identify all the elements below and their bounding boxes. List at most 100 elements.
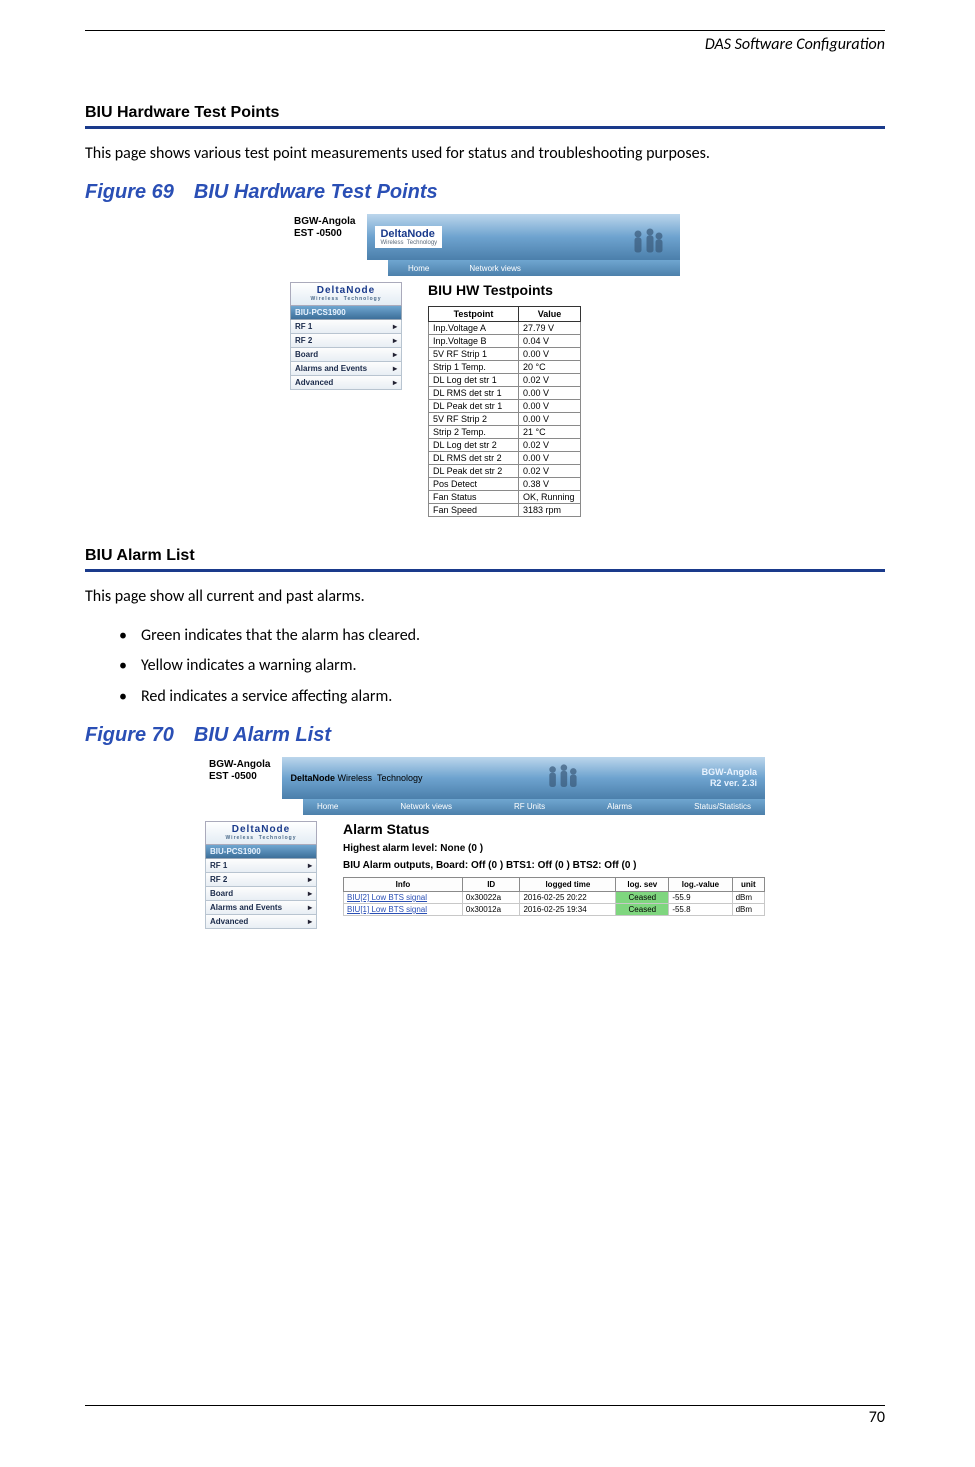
val-cell: 0.38 V	[519, 478, 581, 491]
tab-bar: Home Network views	[388, 260, 680, 276]
brand-tagline: Wireless Technology	[338, 773, 423, 783]
val-cell: 3183 rpm	[519, 504, 581, 517]
severity-cell: Ceased	[616, 903, 669, 915]
val-cell: 20 °C	[519, 361, 581, 374]
bgw-line2: EST -0500	[209, 771, 270, 783]
value-cell: -55.9	[669, 891, 732, 903]
bullet-red: Red indicates a service affecting alarm.	[141, 686, 885, 708]
sidebar-item-rf2[interactable]: RF 2▸	[205, 873, 317, 887]
tp-cell: DL RMS det str 1	[429, 387, 519, 400]
time-cell: 2016-02-25 20:22	[520, 891, 616, 903]
sidebar-item-advanced[interactable]: Advanced ▸	[290, 376, 402, 390]
tab-alarms[interactable]: Alarms	[607, 802, 632, 811]
tp-cell: Inp.Voltage A	[429, 322, 519, 335]
id-cell: 0x30022a	[462, 891, 520, 903]
th-value: Value	[519, 307, 581, 322]
val-cell: 0.02 V	[519, 439, 581, 452]
val-cell: 27.79 V	[519, 322, 581, 335]
header-rule	[85, 30, 885, 31]
tp-cell: 5V RF Strip 1	[429, 348, 519, 361]
sidebar-head[interactable]: BIU-PCS1900	[290, 306, 402, 320]
sidebar: DeltaNode Wireless Technology BIU-PCS190…	[205, 821, 317, 929]
info-cell[interactable]: BIU[1] Low BTS signal	[344, 903, 463, 915]
table-row: DL RMS det str 20.00 V	[429, 452, 581, 465]
table-row: DL Peak det str 20.02 V	[429, 465, 581, 478]
val-cell: 21 °C	[519, 426, 581, 439]
sidebar-item-rf2[interactable]: RF 2 ▸	[290, 334, 402, 348]
sidebar-head[interactable]: BIU-PCS1900	[205, 845, 317, 859]
tab-home[interactable]: Home	[317, 802, 338, 811]
bullet-green: Green indicates that the alarm has clear…	[141, 625, 885, 647]
sidebar-item-board[interactable]: Board▸	[205, 887, 317, 901]
table-row: Pos Detect0.38 V	[429, 478, 581, 491]
fig70-header-bar: BGW-Angola EST -0500 DeltaNode Wireless …	[205, 757, 765, 799]
banner-right-l2: R2 ver. 2.3i	[702, 778, 757, 789]
sidebar-item-label: RF 1	[210, 861, 227, 870]
bgw-label: BGW-Angola EST -0500	[290, 214, 359, 260]
val-cell: 0.02 V	[519, 374, 581, 387]
table-row: Strip 1 Temp.20 °C	[429, 361, 581, 374]
sidebar-item-advanced[interactable]: Advanced▸	[205, 915, 317, 929]
sidebar-item-alarms[interactable]: Alarms and Events▸	[205, 901, 317, 915]
table-row: DL Log det str 20.02 V	[429, 439, 581, 452]
banner: DeltaNode Wireless Technology	[367, 214, 680, 260]
brand-tagline: Wireless Technology	[380, 240, 437, 246]
banner-right-l1: BGW-Angola	[702, 767, 757, 778]
section2-text: This page show all current and past alar…	[85, 586, 885, 608]
figure-70: BGW-Angola EST -0500 DeltaNode Wireless …	[205, 757, 765, 929]
section-heading-biu-alarm: BIU Alarm List	[85, 547, 885, 572]
table-row: DL Peak det str 10.00 V	[429, 400, 581, 413]
th-info: Info	[344, 877, 463, 891]
th-time: logged time	[520, 877, 616, 891]
tab-home[interactable]: Home	[408, 264, 429, 273]
testpoints-block: BIU HW Testpoints Testpoint Value Inp.Vo…	[428, 282, 680, 517]
chevron-right-icon: ▸	[308, 861, 312, 870]
tp-cell: DL Peak det str 2	[429, 465, 519, 478]
sidebar-item-label: RF 2	[295, 336, 312, 345]
chevron-right-icon: ▸	[308, 875, 312, 884]
sidebar-item-board[interactable]: Board▸	[290, 348, 402, 362]
tp-cell: Strip 2 Temp.	[429, 426, 519, 439]
banner-right-label: BGW-Angola R2 ver. 2.3i	[702, 767, 757, 789]
sidebar-item-label: RF 1	[295, 322, 312, 331]
fig70-body: DeltaNode Wireless Technology BIU-PCS190…	[205, 821, 765, 929]
chevron-right-icon: ▸	[393, 336, 397, 345]
sidebar-item-rf1[interactable]: RF 1 ▸	[205, 859, 317, 873]
brand-logo: DeltaNode Wireless Technology	[290, 773, 422, 783]
tab-rf-units[interactable]: RF Units	[514, 802, 545, 811]
chevron-right-icon: ▸	[393, 322, 397, 331]
sidebar-item-label: Advanced	[295, 378, 333, 387]
val-cell: 0.00 V	[519, 387, 581, 400]
doc-header-title: DAS Software Configuration	[85, 35, 885, 54]
info-cell[interactable]: BIU[2] Low BTS signal	[344, 891, 463, 903]
th-val: log.-value	[669, 877, 732, 891]
unit-cell: dBm	[732, 891, 764, 903]
testpoints-table: Testpoint Value Inp.Voltage A27.79 VInp.…	[428, 306, 581, 517]
bgw-line2: EST -0500	[294, 228, 355, 240]
tp-cell: Inp.Voltage B	[429, 335, 519, 348]
th-unit: unit	[732, 877, 764, 891]
sidebar-brand-logo: DeltaNode Wireless Technology	[290, 282, 402, 306]
chevron-right-icon: ▸	[393, 378, 397, 387]
tab-network-views[interactable]: Network views	[400, 802, 452, 811]
tp-cell: DL Peak det str 1	[429, 400, 519, 413]
tab-status[interactable]: Status/Statistics	[694, 802, 751, 811]
sidebar-item-rf1[interactable]: RF 1 ▸	[290, 320, 402, 334]
section-heading-biu-hw: BIU Hardware Test Points	[85, 104, 885, 129]
alarm-table: Info ID logged time log. sev log.-value …	[343, 877, 765, 916]
banner: DeltaNode Wireless Technology BGW-Angola…	[282, 757, 765, 799]
bgw-line1: BGW-Angola	[209, 759, 270, 771]
sidebar-item-label: Advanced	[210, 917, 248, 926]
sidebar-brand-logo: DeltaNode Wireless Technology	[205, 821, 317, 845]
sidebar-item-label: Board	[295, 350, 318, 359]
table-row: 5V RF Strip 10.00 V	[429, 348, 581, 361]
val-cell: OK, Running	[519, 491, 581, 504]
brand-tagline-small: Wireless Technology	[291, 296, 401, 302]
sidebar-item-alarms[interactable]: Alarms and Events▸	[290, 362, 402, 376]
brand-name: DeltaNode	[380, 228, 434, 240]
table-row: BIU[1] Low BTS signal0x30012a2016-02-25 …	[344, 903, 765, 915]
id-cell: 0x30012a	[462, 903, 520, 915]
tp-cell: DL Log det str 2	[429, 439, 519, 452]
figure-69-caption: Figure 69 BIU Hardware Test Points	[85, 181, 885, 204]
tab-network-views[interactable]: Network views	[469, 264, 521, 273]
